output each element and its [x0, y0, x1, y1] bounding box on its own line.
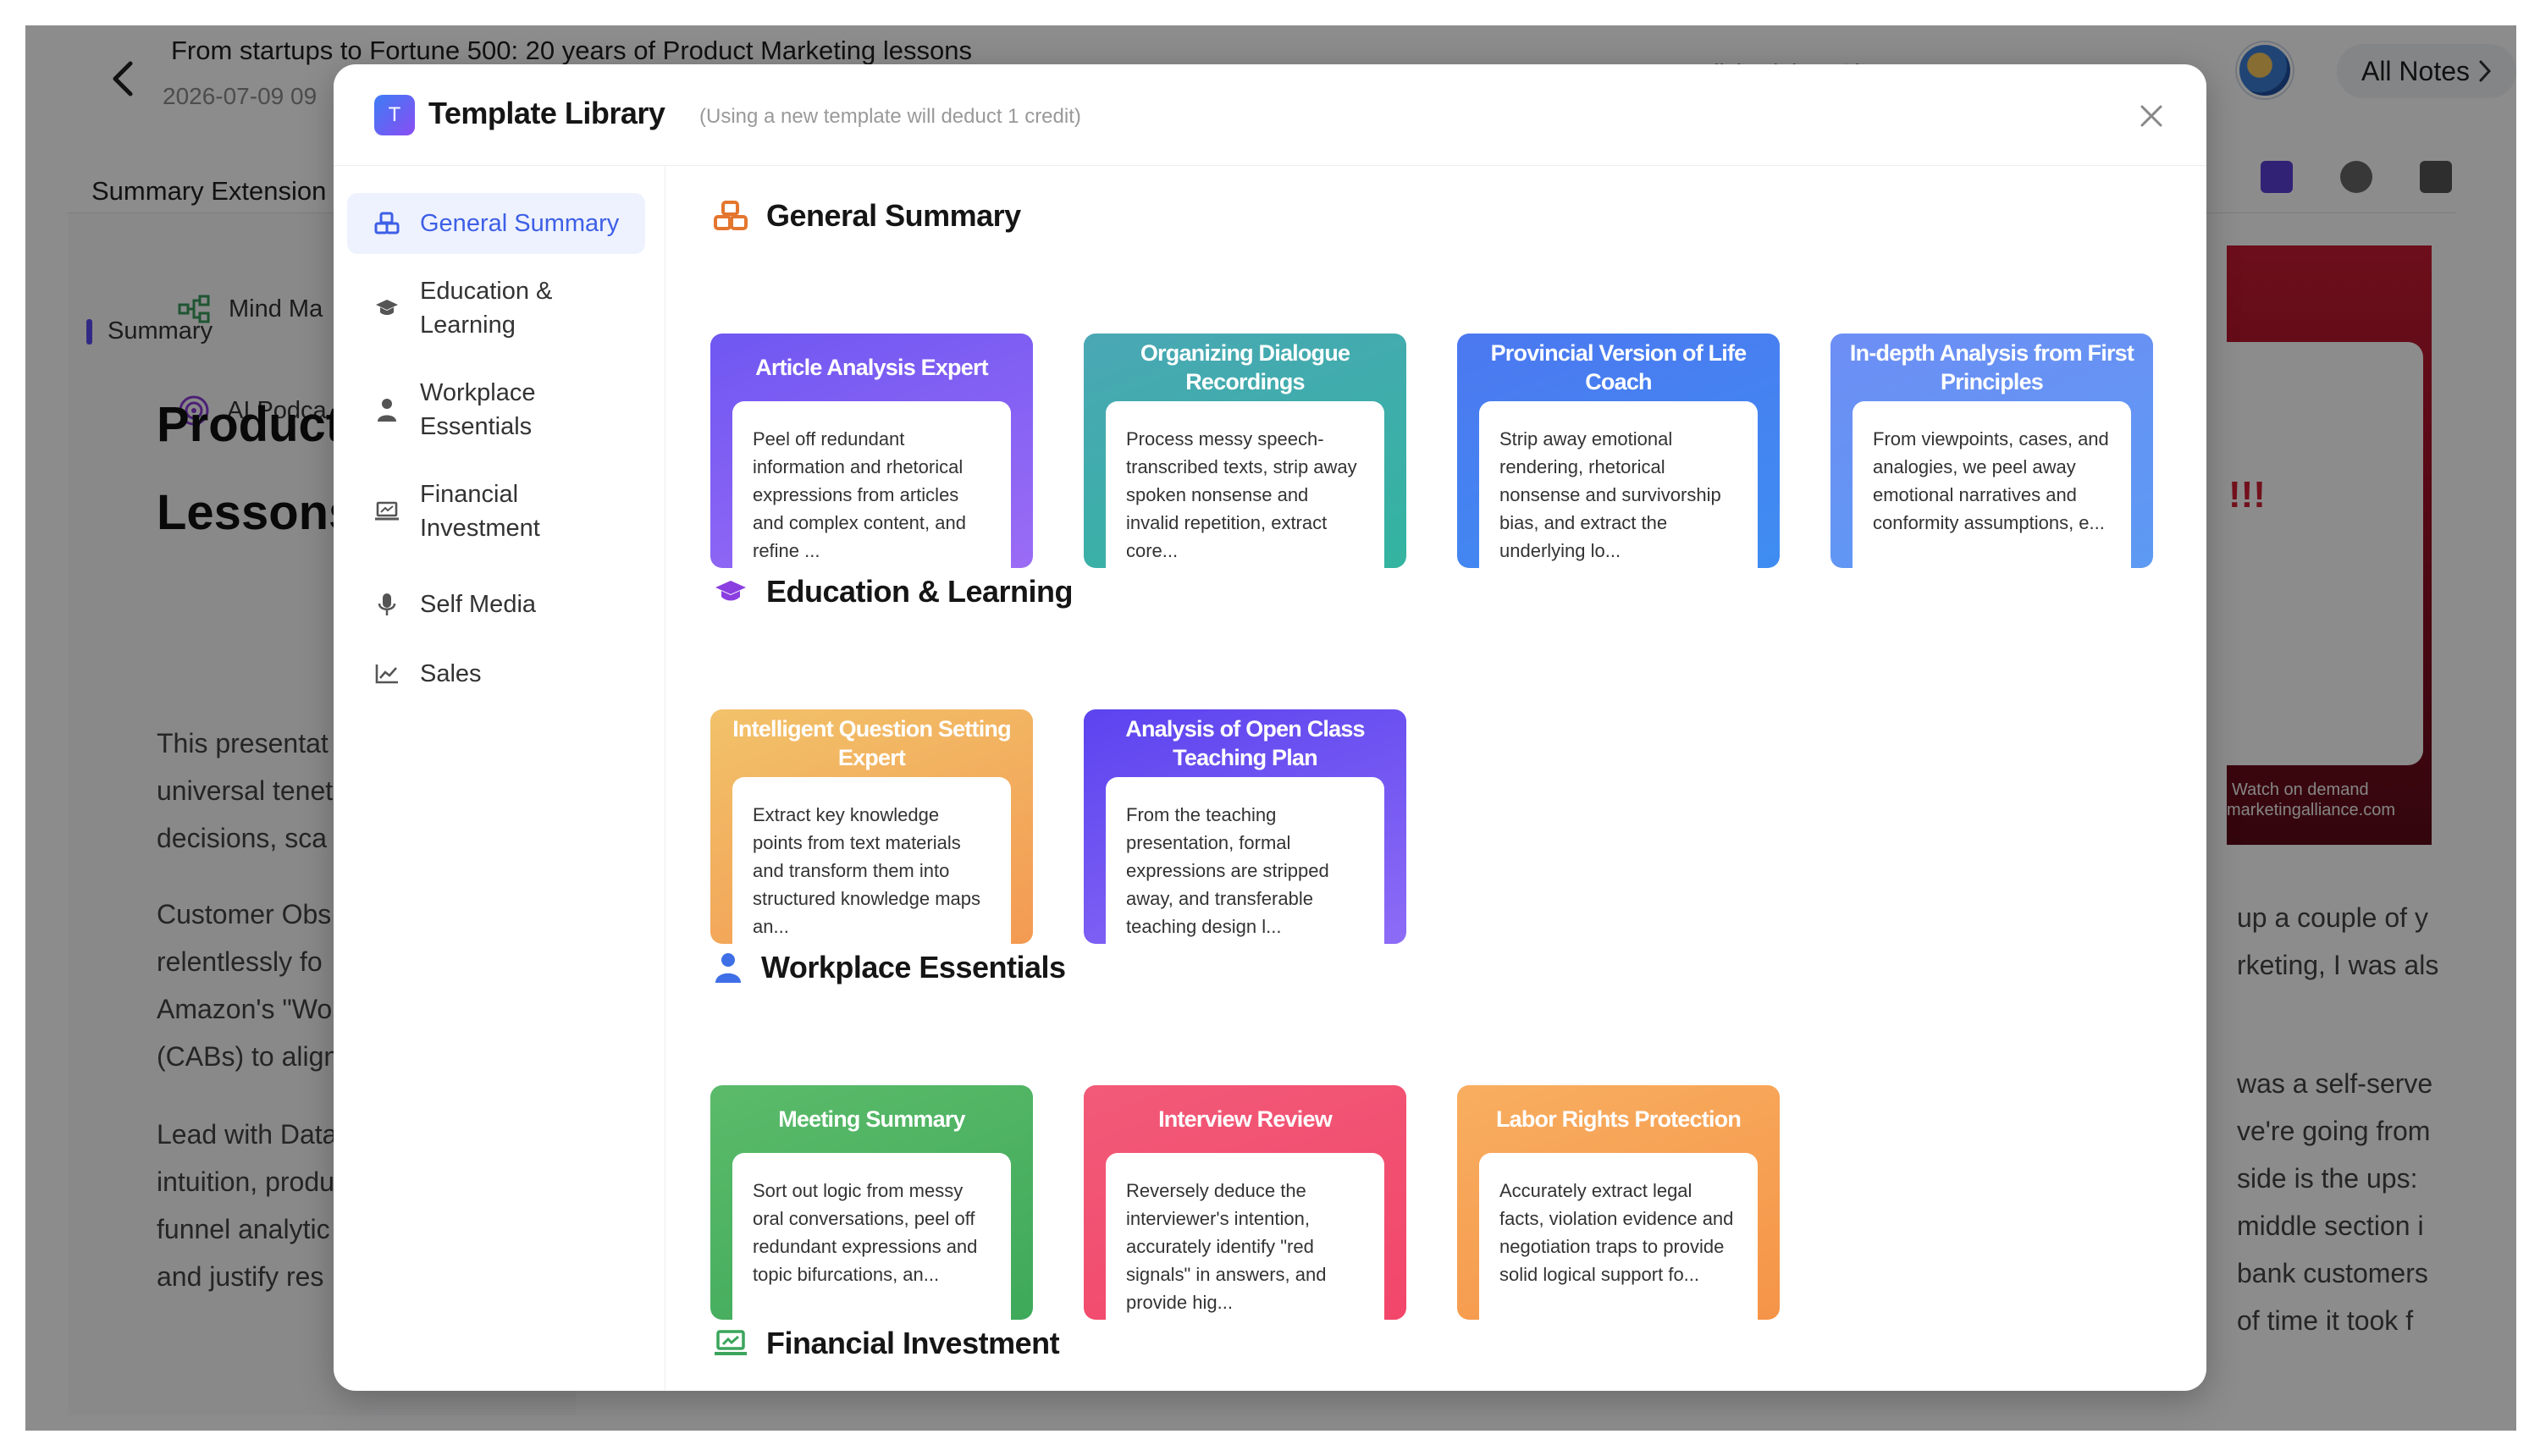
template-library-modal: T Template Library (Using a new template… [334, 64, 2206, 1391]
sidebar-item-label: Financial Investment [420, 481, 540, 542]
sidebar-item-label: Self Media [420, 591, 537, 618]
section-title-label: General Summary [766, 198, 1021, 233]
card-title: Analysis of Open Class Teaching Plan [1125, 716, 1365, 770]
template-card-first-principles[interactable]: In-depth Analysis from First Principles … [1830, 334, 2153, 568]
sidebar-item-workplace-essentials[interactable]: Workplace Essentials [347, 367, 645, 452]
trend-chart-icon [374, 663, 400, 685]
section-title-label: Workplace Essentials [761, 950, 1066, 984]
section-title-label: Education & Learning [766, 574, 1074, 609]
card-description: Reversely deduce the interviewer's inten… [1106, 1153, 1384, 1320]
section-title-workplace-essentials: Workplace Essentials [714, 950, 1066, 985]
card-description: Accurately extract legal facts, violatio… [1479, 1153, 1758, 1320]
template-card-meeting-summary[interactable]: Meeting Summary Sort out logic from mess… [710, 1085, 1033, 1320]
section-title-label: Financial Investment [766, 1326, 1060, 1360]
sidebar-item-general-summary[interactable]: General Summary [347, 193, 645, 254]
template-card-article-analysis[interactable]: Article Analysis Expert Peel off redunda… [710, 334, 1033, 568]
sidebar-item-financial-investment[interactable]: Financial Investment [347, 469, 645, 554]
app-window: From startups to Fortune 500: 20 years o… [25, 25, 2516, 1431]
laptop-chart-icon [374, 500, 400, 522]
card-title: Meeting Summary [778, 1106, 965, 1132]
section-title-financial-investment: Financial Investment [714, 1326, 1060, 1361]
sidebar-item-label: General Summary [420, 210, 620, 237]
card-title: Labor Rights Protection [1495, 1106, 1742, 1132]
person-icon [715, 953, 741, 983]
sidebar-item-sales[interactable]: Sales [347, 643, 645, 704]
credit-note: (Using a new template will deduct 1 cred… [699, 105, 1081, 128]
template-card-question-setting[interactable]: Intelligent Question Setting Expert Extr… [710, 709, 1033, 944]
section-title-education-learning: Education & Learning [714, 574, 1074, 609]
template-logo-icon: T [374, 95, 415, 135]
card-description: Sort out logic from messy oral conversat… [732, 1153, 1011, 1320]
card-title: Provincial Version of Life Coach [1490, 340, 1748, 394]
card-description: Process messy speech-transcribed texts, … [1106, 401, 1384, 568]
sidebar-item-education-learning[interactable]: Education & Learning [347, 266, 645, 350]
sidebar-item-label: Education & Learning [420, 278, 553, 339]
card-description: From viewpoints, cases, and analogies, w… [1853, 401, 2131, 568]
template-card-open-class[interactable]: Analysis of Open Class Teaching Plan Fro… [1084, 709, 1406, 944]
template-card-interview-review[interactable]: Interview Review Reversely deduce the in… [1084, 1085, 1406, 1320]
close-button[interactable] [2132, 97, 2171, 135]
card-description: From the teaching presentation, formal e… [1106, 777, 1384, 944]
modal-header: T Template Library (Using a new template… [334, 64, 2206, 166]
cubes-icon [714, 201, 748, 230]
section-title-general-summary: General Summary [714, 198, 1021, 234]
card-description: Peel off redundant information and rheto… [732, 401, 1011, 568]
card-title: In-depth Analysis from First Principles [1849, 340, 2134, 394]
close-icon [2140, 105, 2162, 127]
microphone-icon [374, 592, 400, 617]
category-sidebar: General Summary Education & Learning Wor… [334, 166, 665, 1391]
card-title: Intelligent Question Setting Expert [732, 716, 1011, 770]
card-title: Article Analysis Expert [755, 355, 989, 380]
card-description: Extract key knowledge points from text m… [732, 777, 1011, 944]
template-card-life-coach[interactable]: Provincial Version of Life Coach Strip a… [1457, 334, 1780, 568]
template-card-labor-rights[interactable]: Labor Rights Protection Accurately extra… [1457, 1085, 1780, 1320]
sidebar-item-label: Sales [420, 660, 482, 687]
sidebar-item-label: Workplace Essentials [420, 379, 536, 440]
card-title: Organizing Dialogue Recordings [1140, 340, 1350, 394]
card-title: Interview Review [1158, 1106, 1333, 1132]
sidebar-item-self-media[interactable]: Self Media [347, 574, 645, 635]
template-card-dialogue-recordings[interactable]: Organizing Dialogue Recordings Process m… [1084, 334, 1406, 568]
cubes-icon [374, 212, 400, 235]
person-icon [374, 397, 400, 422]
graduation-cap-icon [374, 298, 400, 318]
modal-title: Template Library [428, 96, 665, 130]
graduation-cap-icon [715, 581, 746, 601]
laptop-chart-icon [715, 1330, 747, 1355]
template-content: General Summary Article Analysis Expert … [666, 166, 2206, 1391]
card-description: Strip away emotional rendering, rhetoric… [1479, 401, 1758, 568]
